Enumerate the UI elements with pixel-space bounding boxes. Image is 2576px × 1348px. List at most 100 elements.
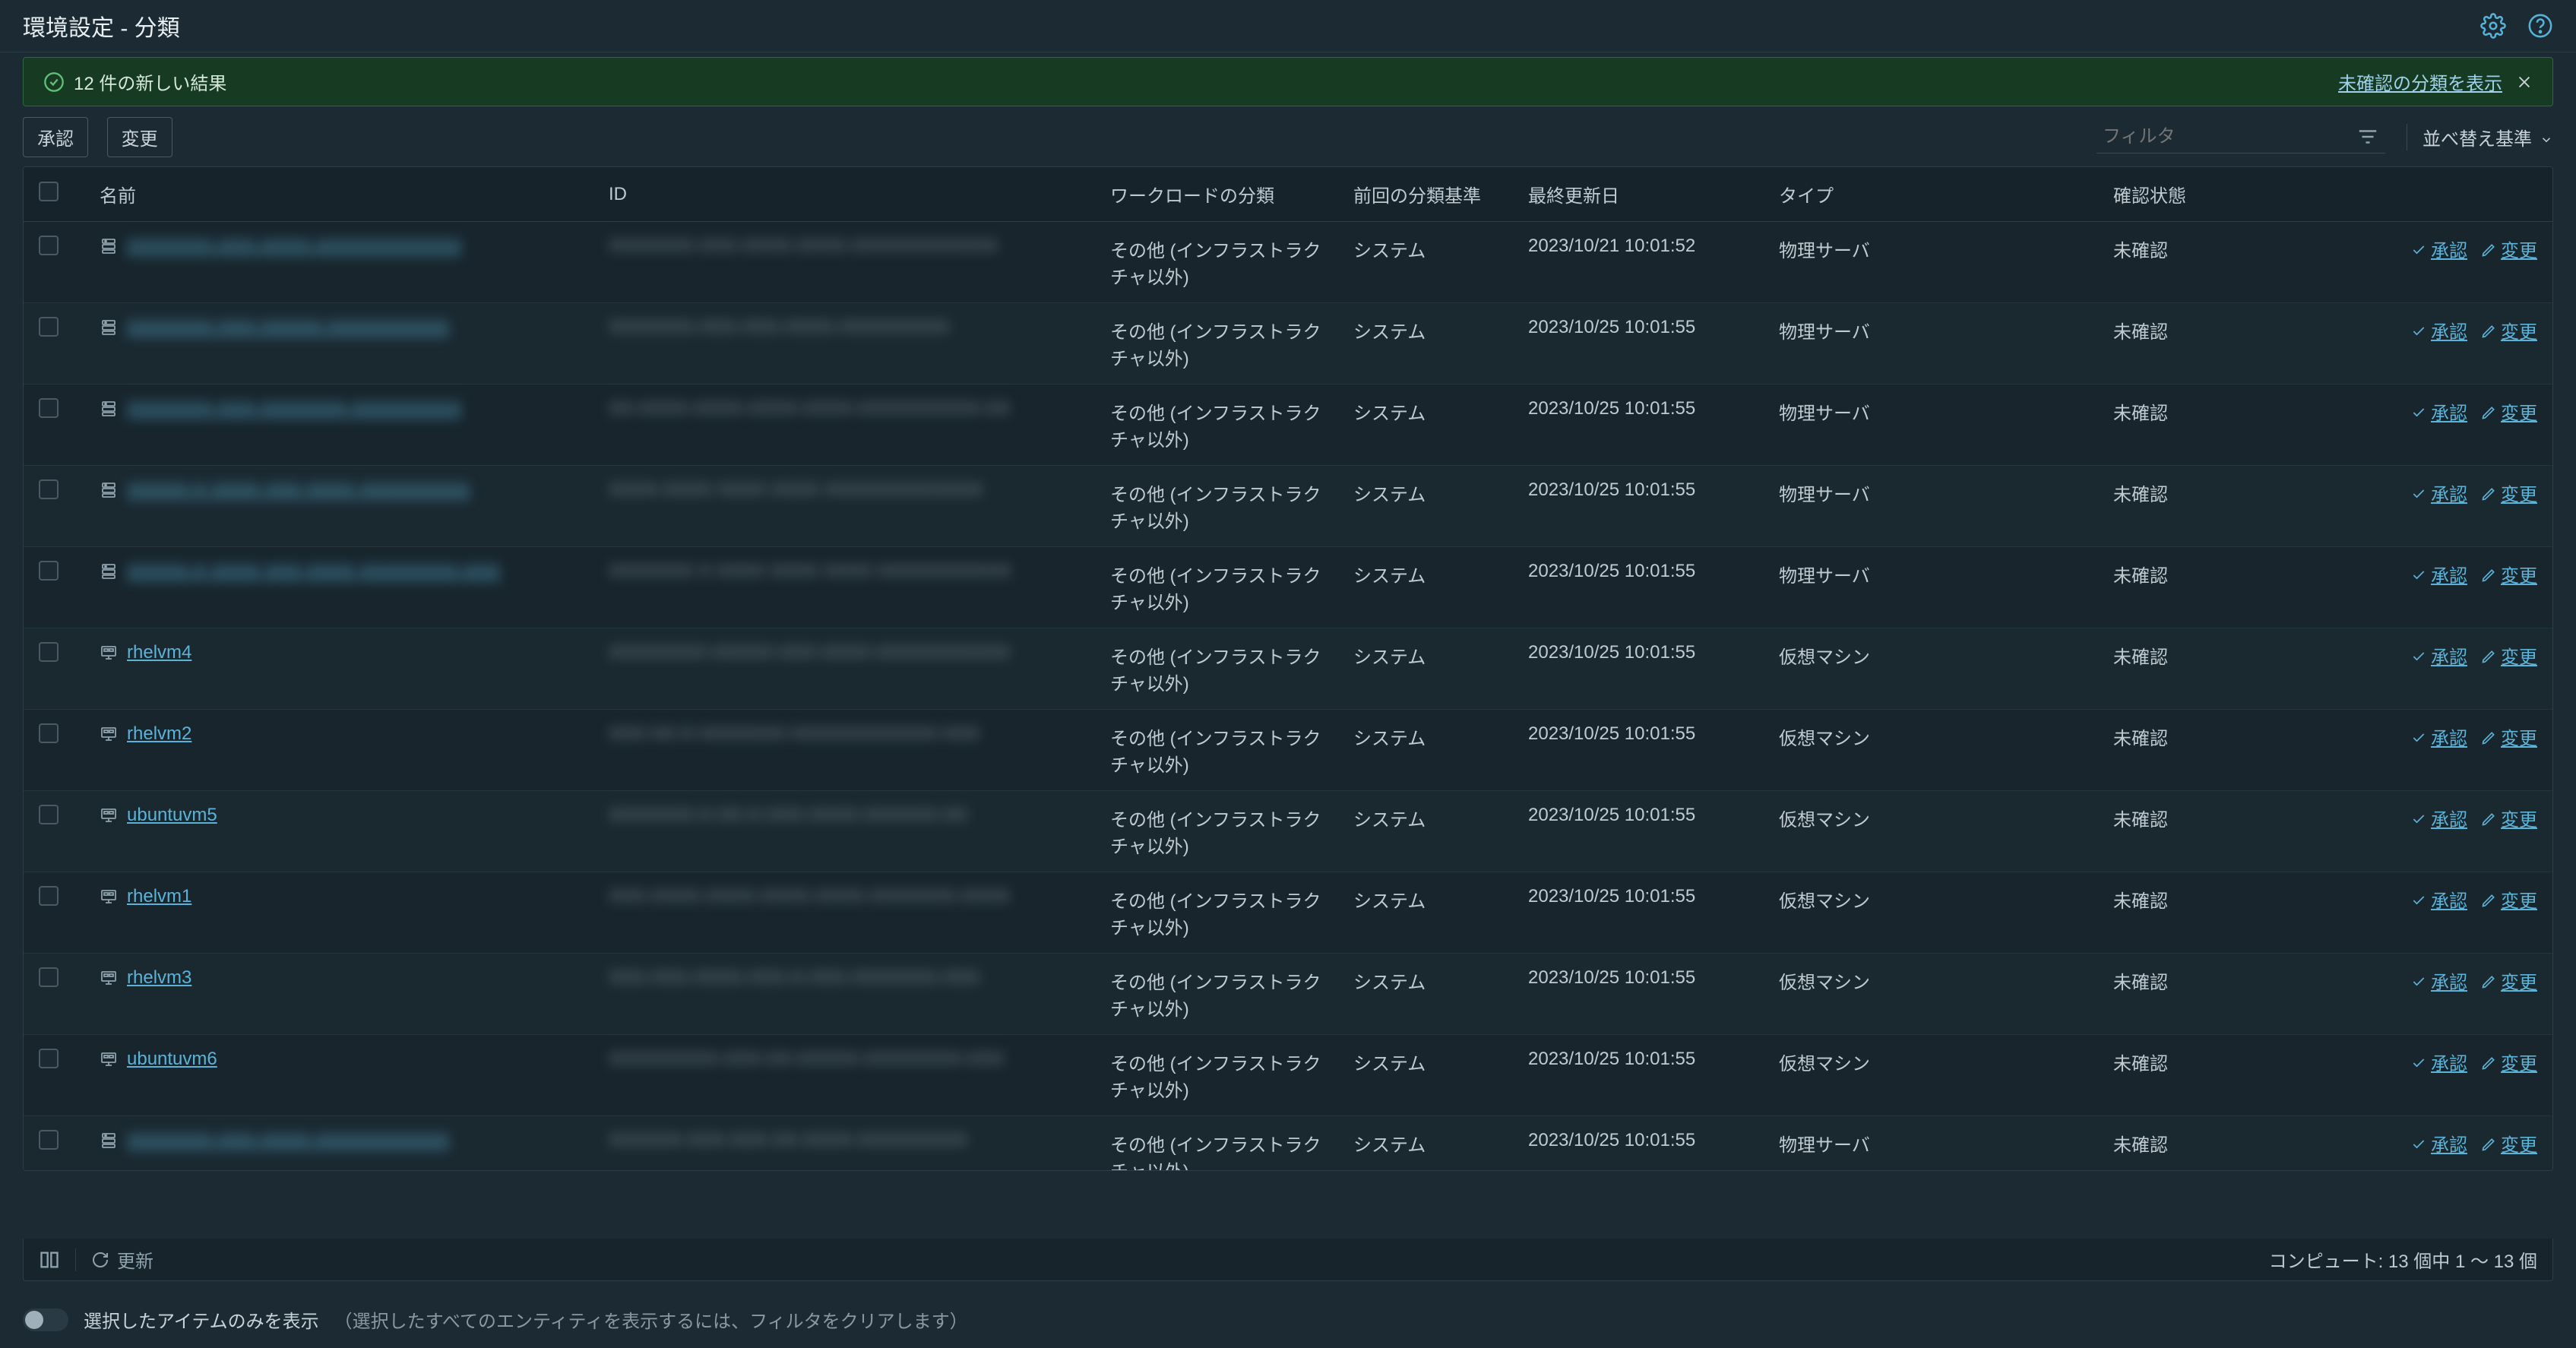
row-actions: 承認変更	[2242, 236, 2537, 262]
row-checkbox[interactable]	[39, 1130, 59, 1150]
row-checkbox[interactable]	[39, 561, 59, 581]
pencil-icon	[2481, 973, 2496, 989]
row-checkbox[interactable]	[39, 642, 59, 662]
row-approve-link[interactable]: 承認	[2411, 967, 2467, 994]
row-checkbox[interactable]	[39, 479, 59, 499]
change-button[interactable]: 変更	[107, 117, 172, 157]
entity-name-link[interactable]: XXXXX-X XXXX XXX XXXX XXXXXXXX-XXX	[127, 561, 500, 582]
entity-name-link[interactable]: XXXXX-X XXXX XXX XXXX XXXXXXXXX	[127, 479, 470, 501]
col-name[interactable]: 名前	[84, 167, 593, 222]
row-actions: 承認変更	[2242, 317, 2537, 343]
entity-name-link[interactable]: rhelvm3	[127, 967, 191, 989]
entity-id: XXXXXXX X XXXX XXXX XXXX XXXXXXXXXXX	[609, 561, 1011, 581]
row-change-link[interactable]: 変更	[2481, 967, 2537, 994]
pencil-icon	[2481, 1136, 2496, 1151]
entity-name-link[interactable]: XXXXXXX-XXX-XXXX-XXXXXXXXXXX	[127, 1130, 449, 1151]
workload-cell: その他 (インフラストラクチャ以外)	[1095, 954, 1338, 1035]
columns-icon[interactable]	[39, 1249, 60, 1270]
row-checkbox[interactable]	[39, 967, 59, 987]
row-approve-link[interactable]: 承認	[2411, 1049, 2467, 1075]
entity-type-icon	[100, 725, 118, 743]
sort-dropdown[interactable]: 並べ替え基準	[2407, 124, 2553, 150]
row-approve-link[interactable]: 承認	[2411, 236, 2467, 262]
refresh-label[interactable]: 更新	[117, 1246, 153, 1273]
filter-input[interactable]	[2103, 126, 2343, 147]
row-checkbox[interactable]	[39, 723, 59, 743]
toolbar: 承認 変更 並べ替え基準	[0, 114, 2576, 166]
col-id[interactable]: ID	[593, 167, 1095, 222]
status-cell: 未確認	[2098, 1035, 2227, 1116]
row-change-link[interactable]: 変更	[2481, 886, 2537, 913]
row-approve-link[interactable]: 承認	[2411, 723, 2467, 750]
entity-name-link[interactable]: XXXXXXX-XXX-XXXX-XXXXXXXXXXXX	[127, 236, 461, 257]
table-row: ubuntuvm5XXXXXXX-X-XX-X-XXX-XXXX-XXXXXX-…	[24, 791, 2552, 872]
col-updated[interactable]: 最終更新日	[1513, 167, 1764, 222]
row-approve-link[interactable]: 承認	[2411, 317, 2467, 343]
row-approve-link[interactable]: 承認	[2411, 642, 2467, 669]
status-cell: 未確認	[2098, 954, 2227, 1035]
col-workload[interactable]: ワークロードの分類	[1095, 167, 1338, 222]
refresh-icon[interactable]	[91, 1251, 109, 1269]
col-status[interactable]: 確認状態	[2098, 167, 2227, 222]
workload-cell: その他 (インフラストラクチャ以外)	[1095, 384, 1338, 466]
row-checkbox[interactable]	[39, 1049, 59, 1068]
basis-cell: システム	[1338, 1035, 1513, 1116]
row-change-link[interactable]: 変更	[2481, 1130, 2537, 1157]
status-cell: 未確認	[2098, 466, 2227, 547]
updated-cell: 2023/10/25 10:01:55	[1513, 384, 1764, 466]
status-cell: 未確認	[2098, 303, 2227, 384]
filter-icon[interactable]	[2356, 125, 2379, 148]
row-change-link[interactable]: 変更	[2481, 1049, 2537, 1075]
row-approve-link[interactable]: 承認	[2411, 886, 2467, 913]
row-change-link[interactable]: 変更	[2481, 642, 2537, 669]
row-change-link[interactable]: 変更	[2481, 723, 2537, 750]
row-checkbox[interactable]	[39, 805, 59, 824]
entity-name-link[interactable]: rhelvm1	[127, 886, 191, 907]
pencil-icon	[2481, 892, 2496, 907]
show-unconfirmed-link[interactable]: 未確認の分類を表示	[2338, 68, 2502, 95]
row-approve-link[interactable]: 承認	[2411, 561, 2467, 587]
row-approve-link[interactable]: 承認	[2411, 479, 2467, 506]
entity-name-link[interactable]: XXXXXXX-XXX-XXXXX-XXXXXXXXXX	[127, 317, 449, 338]
entity-name-link[interactable]: ubuntuvm6	[127, 1049, 217, 1070]
row-checkbox[interactable]	[39, 317, 59, 337]
col-type[interactable]: タイプ	[1764, 167, 2098, 222]
type-cell: 物理サーバ	[1764, 303, 2098, 384]
help-icon[interactable]	[2527, 13, 2553, 39]
row-approve-link[interactable]: 承認	[2411, 805, 2467, 831]
show-selected-toggle[interactable]	[23, 1308, 68, 1331]
entity-type-icon	[100, 400, 118, 418]
row-actions: 承認変更	[2242, 723, 2537, 750]
entity-name-link[interactable]: XXXXXXX-XXX-XXXXXXX-XXXXXXXXX	[127, 398, 461, 419]
check-icon	[2411, 404, 2426, 419]
row-change-link[interactable]: 変更	[2481, 317, 2537, 343]
table-header-row: 名前 ID ワークロードの分類 前回の分類基準 最終更新日 タイプ 確認状態	[24, 167, 2552, 222]
entity-name-link[interactable]: rhelvm4	[127, 642, 191, 663]
col-basis[interactable]: 前回の分類基準	[1338, 167, 1513, 222]
row-checkbox[interactable]	[39, 236, 59, 255]
entity-type-icon	[100, 318, 118, 337]
status-cell: 未確認	[2098, 628, 2227, 710]
row-checkbox[interactable]	[39, 398, 59, 418]
row-change-link[interactable]: 変更	[2481, 805, 2537, 831]
row-change-link[interactable]: 変更	[2481, 398, 2537, 425]
row-change-link[interactable]: 変更	[2481, 236, 2537, 262]
approve-button[interactable]: 承認	[23, 117, 88, 157]
row-approve-link[interactable]: 承認	[2411, 398, 2467, 425]
entity-type-icon	[100, 806, 118, 824]
entity-name-link[interactable]: rhelvm2	[127, 723, 191, 745]
workload-cell: その他 (インフラストラクチャ以外)	[1095, 1116, 1338, 1171]
entity-id: XXXXXXX-XXX-XXX-XXXX-XXXXXXXXX	[609, 317, 949, 337]
workload-cell: その他 (インフラストラクチャ以外)	[1095, 628, 1338, 710]
row-change-link[interactable]: 変更	[2481, 479, 2537, 506]
row-approve-link[interactable]: 承認	[2411, 1130, 2467, 1157]
settings-icon[interactable]	[2480, 13, 2506, 39]
row-change-link[interactable]: 変更	[2481, 561, 2537, 587]
entity-name-link[interactable]: ubuntuvm5	[127, 805, 217, 826]
row-checkbox[interactable]	[39, 886, 59, 906]
page-footer: 選択したアイテムのみを表示 （選択したすべてのエンティティを表示するには、フィル…	[0, 1291, 2576, 1348]
table-row: XXXXX-X XXXX XXX XXXX XXXXXXXX-XXX XXXXXX…	[24, 547, 2552, 628]
select-all-checkbox[interactable]	[39, 182, 59, 201]
pencil-icon	[2481, 648, 2496, 663]
close-icon[interactable]	[2516, 74, 2533, 90]
